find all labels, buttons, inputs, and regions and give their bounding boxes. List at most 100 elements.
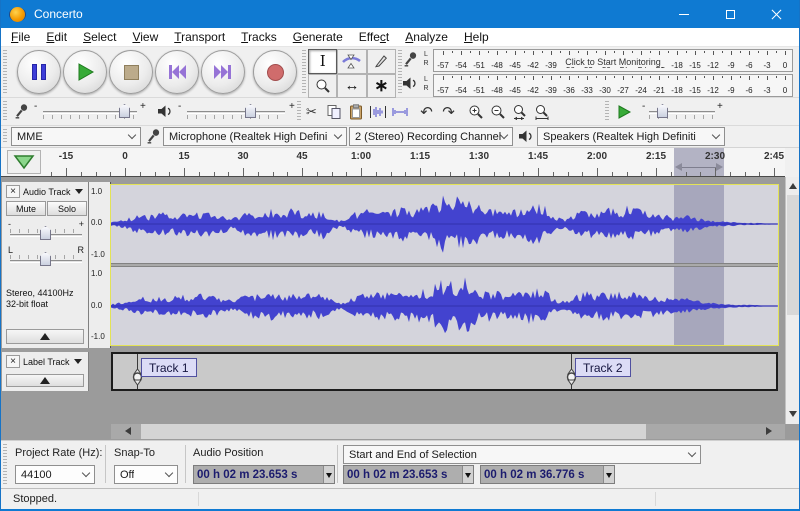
menu-edit[interactable]: Edit (38, 30, 75, 44)
waveform-display[interactable] (111, 185, 778, 345)
title-bar[interactable]: Concerto (1, 0, 799, 28)
audio-track-panel[interactable]: × Audio Track Mute Solo - + L R Stereo, … (2, 182, 89, 348)
label-track-title-menu[interactable]: Label Track (23, 355, 82, 368)
vertical-scrollbar-thumb[interactable] (787, 195, 799, 315)
minimize-button[interactable] (661, 0, 707, 28)
playback-volume-slider[interactable] (187, 111, 285, 114)
ruler-tick (715, 168, 716, 176)
timeline-ruler[interactable]: -1501530451:001:151:301:452:002:152:302:… (1, 148, 785, 177)
tools-toolbar-grip[interactable] (302, 50, 306, 94)
recording-channels-select[interactable]: 2 (Stereo) Recording Channels (349, 127, 513, 146)
menu-help[interactable]: Help (456, 30, 497, 44)
audio-track-close-button[interactable]: × (6, 185, 20, 198)
timeshift-tool-button[interactable]: ↔ (337, 74, 366, 99)
record-button[interactable] (253, 50, 297, 94)
audio-track-title-menu[interactable]: Audio Track (23, 185, 83, 198)
time-format-dropdown[interactable] (462, 466, 473, 483)
play-button[interactable] (63, 50, 107, 94)
waveform-channel-right[interactable] (111, 267, 778, 345)
menu-select[interactable]: Select (75, 30, 124, 44)
selection-end-field[interactable]: 00 h 02 m 36.776 s (480, 465, 615, 484)
envelope-tool-button[interactable] (337, 49, 366, 74)
play-at-speed-toolbar-grip[interactable] (605, 101, 609, 122)
label-text[interactable]: Track 1 (141, 358, 197, 377)
zoom-out-button[interactable] (487, 101, 508, 123)
paste-button[interactable] (345, 101, 366, 123)
pinned-play-head-button[interactable] (7, 150, 41, 174)
label-track-collapse-button[interactable] (6, 374, 84, 387)
fit-project-icon (534, 104, 550, 120)
meter-monitoring-text[interactable]: Click to Start Monitoring (561, 57, 665, 67)
toolbar-row-2: - + - + ✂ ↶ ↷ (1, 98, 799, 126)
mixer-toolbar-grip[interactable] (3, 101, 7, 122)
menu-effect[interactable]: Effect (351, 30, 397, 44)
mute-button[interactable]: Mute (6, 201, 46, 216)
vertical-scrollbar[interactable] (785, 177, 800, 424)
label-text[interactable]: Track 2 (575, 358, 631, 377)
snap-to-select[interactable]: Off (114, 465, 178, 484)
playback-volume-thumb[interactable] (245, 104, 256, 118)
trim-audio-button[interactable] (367, 101, 388, 123)
cut-button[interactable]: ✂ (301, 101, 322, 123)
fit-project-button[interactable] (531, 101, 552, 123)
skip-to-end-button[interactable] (201, 50, 245, 94)
selection-tool-button[interactable]: I (308, 49, 337, 74)
redo-button[interactable]: ↷ (438, 101, 459, 123)
close-button[interactable] (753, 0, 799, 28)
label-track-close-button[interactable]: × (6, 355, 20, 368)
time-format-dropdown[interactable] (323, 466, 334, 483)
project-rate-select[interactable]: 44100 (15, 465, 95, 484)
maximize-button[interactable] (707, 0, 753, 28)
time-format-dropdown[interactable] (603, 466, 614, 483)
solo-button[interactable]: Solo (47, 201, 87, 216)
horizontal-scrollbar-thumb[interactable] (141, 424, 646, 439)
playback-meter[interactable]: -57-54-51-48-45-42-39-36-33-30-27-24-21-… (433, 74, 793, 97)
menu-transport[interactable]: Transport (166, 30, 233, 44)
copy-icon (326, 104, 342, 120)
label-track-content[interactable]: Track 1 Track 2 (111, 352, 778, 391)
menu-view[interactable]: View (124, 30, 166, 44)
audio-host-select[interactable]: MME (11, 127, 141, 146)
zoom-in-button[interactable] (465, 101, 486, 123)
silence-audio-button[interactable] (389, 101, 410, 123)
record-volume-thumb[interactable] (119, 104, 130, 118)
stop-button[interactable] (109, 50, 153, 94)
menu-analyze[interactable]: Analyze (397, 30, 456, 44)
play-speed-thumb[interactable] (657, 104, 668, 118)
label-track-panel[interactable]: × Label Track (2, 352, 89, 391)
gain-slider[interactable]: - + (8, 219, 84, 245)
zoom-tool-button[interactable] (308, 74, 337, 99)
waveform-channel-left[interactable] (111, 185, 778, 263)
multi-tool-button[interactable]: ∗ (367, 74, 396, 99)
divider (105, 445, 106, 483)
scroll-up-arrow-icon[interactable] (789, 183, 797, 189)
menu-generate[interactable]: Generate (285, 30, 351, 44)
scroll-down-arrow-icon[interactable] (789, 411, 797, 417)
selection-start-field[interactable]: 00 h 02 m 23.653 s (343, 465, 474, 484)
device-toolbar-grip[interactable] (3, 129, 7, 144)
menu-tracks[interactable]: Tracks (233, 30, 285, 44)
transport-toolbar-grip[interactable] (3, 50, 7, 94)
audio-position-field[interactable]: 00 h 02 m 23.653 s (193, 465, 335, 484)
ruler-time-label: 2:00 (587, 151, 607, 162)
scroll-left-arrow-icon[interactable] (125, 427, 131, 435)
scroll-right-arrow-icon[interactable] (766, 427, 772, 435)
draw-tool-button[interactable] (367, 49, 396, 74)
skip-to-start-button[interactable] (155, 50, 199, 94)
audio-track-collapse-button[interactable] (6, 329, 84, 344)
menu-file[interactable]: File (3, 30, 38, 44)
horizontal-scrollbar[interactable] (111, 424, 785, 439)
fit-selection-button[interactable] (509, 101, 530, 123)
selection-toolbar-grip[interactable] (3, 444, 7, 485)
pan-slider[interactable]: L R (8, 245, 84, 271)
selection-mode-select[interactable]: Start and End of Selection (343, 445, 701, 464)
recording-device-select[interactable]: Microphone (Realtek High Defini (163, 127, 347, 146)
copy-button[interactable] (323, 101, 344, 123)
undo-button[interactable]: ↶ (416, 101, 437, 123)
recording-meter[interactable]: -57-54-51-48-45-42-39-36-33-30-27-24-21-… (433, 49, 793, 72)
meter-scale-value: -36 (563, 86, 575, 95)
pause-button[interactable] (17, 50, 61, 94)
play-at-speed-button[interactable] (611, 101, 637, 123)
vertical-scale-ruler[interactable]: 1.0 0.0 -1.0 1.0 0.0 -1.0 (89, 182, 111, 348)
playback-device-select[interactable]: Speakers (Realtek High Definiti (537, 127, 725, 146)
